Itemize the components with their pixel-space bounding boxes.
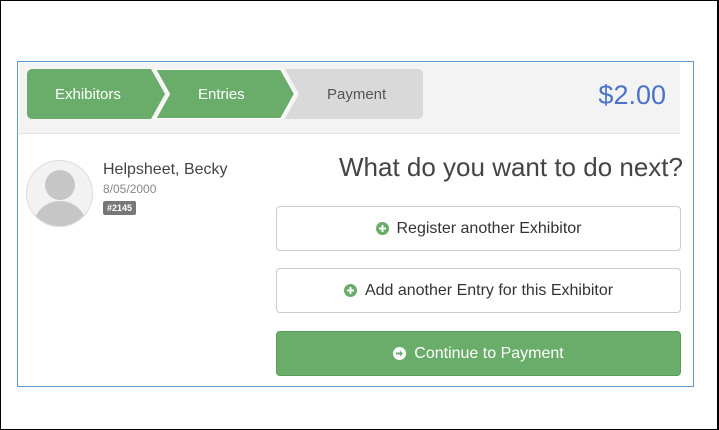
plus-circle-icon (375, 222, 389, 235)
progress-steps: Exhibitors Entries Payment (27, 69, 427, 119)
registration-panel: Exhibitors Entries Payment $2.00 Helpshe… (17, 61, 694, 387)
header-divider (19, 133, 680, 134)
step-payment-label[interactable]: Payment (327, 86, 386, 104)
step-exhibitors-label[interactable]: Exhibitors (55, 86, 121, 104)
continue-to-payment-button[interactable]: Continue to Payment (276, 331, 681, 376)
avatar (26, 160, 93, 227)
continue-to-payment-label: Continue to Payment (414, 344, 564, 362)
add-entry-label: Add another Entry for this Exhibitor (364, 281, 614, 299)
avatar-head (45, 170, 75, 200)
progress-header: Exhibitors Entries Payment $2.00 (19, 63, 680, 133)
next-step-heading: What do you want to do next? (339, 152, 683, 182)
exhibitor-name: Helpsheet, Becky (103, 161, 228, 178)
avatar-shoulders (33, 201, 87, 226)
register-exhibitor-button[interactable]: Register another Exhibitor (276, 206, 681, 251)
exhibitor-id-badge: #2145 (103, 201, 137, 215)
add-entry-button[interactable]: Add another Entry for this Exhibitor (276, 268, 681, 313)
exhibitor-dob: 8/05/2000 (103, 182, 157, 196)
step-entries-label[interactable]: Entries (198, 86, 245, 104)
order-total: $2.00 (598, 80, 666, 110)
arrow-circle-right-icon (393, 347, 407, 360)
exhibitor-card: Helpsheet, Becky 8/05/2000 #2145 (26, 160, 266, 240)
register-exhibitor-label: Register another Exhibitor (396, 219, 582, 237)
plus-circle-icon (343, 284, 357, 297)
